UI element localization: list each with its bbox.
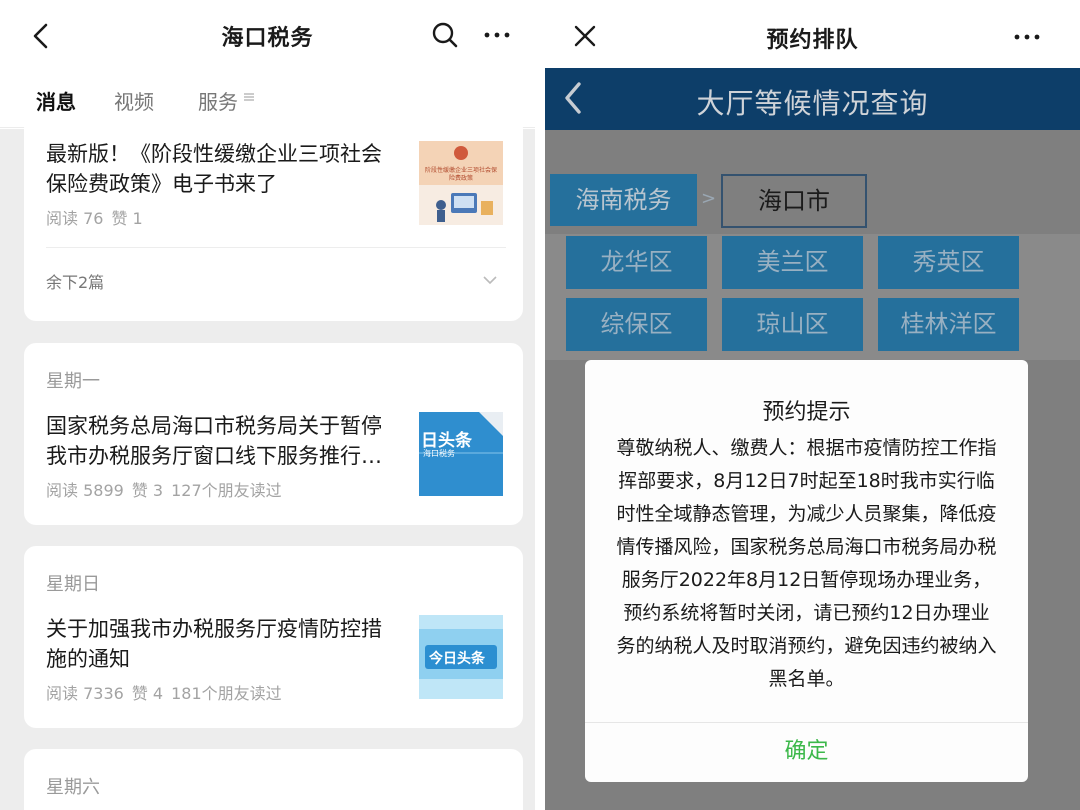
right-header: 预约排队: [545, 0, 1080, 68]
notice-dialog: 预约提示 尊敬纳税人、缴费人：根据市疫情防控工作指挥部要求，8月12日7时起至1…: [585, 360, 1028, 782]
article-card[interactable]: 星期六: [24, 749, 523, 810]
more-horizontal-icon[interactable]: [482, 22, 512, 48]
webview: 大厅等候情况查询 海南税务 > 海口市 龙华区 美兰区 秀英区 综保区 琼山区 …: [545, 68, 1080, 810]
more-horizontal-icon[interactable]: [1012, 24, 1042, 50]
read-count: 阅读 76: [46, 209, 104, 228]
article-title[interactable]: 关于加强我市办税服务厅疫情防控措施的通知: [46, 614, 401, 674]
dialog-title: 预约提示: [762, 400, 851, 425]
search-icon[interactable]: [430, 20, 460, 50]
confirm-button[interactable]: 确定: [585, 722, 1028, 782]
menu-icon[interactable]: [244, 92, 254, 102]
friends-read: 181个朋友读过: [171, 684, 282, 703]
message-feed: 最新版！《阶段性缓缴企业三项社会保险费政策》电子书来了 阅读 76 赞 1 阶段性…: [0, 117, 535, 810]
article-meta: 阅读 7336 赞 4 181个朋友读过: [46, 680, 290, 704]
district-button[interactable]: 秀英区: [878, 236, 1019, 289]
breadcrumb-separator: >: [701, 188, 717, 209]
date-label: 星期六: [46, 777, 100, 798]
thumbnail-caption: 阶段性缓缴企业三项社会保险费政策: [425, 167, 498, 182]
article-thumbnail[interactable]: 今日头条: [419, 615, 503, 699]
article-card[interactable]: 最新版！《阶段性缓缴企业三项社会保险费政策》电子书来了 阅读 76 赞 1 阶段性…: [24, 117, 523, 321]
district-button[interactable]: 桂林洋区: [878, 298, 1019, 351]
like-count: 赞 4: [131, 684, 164, 703]
article-thumbnail[interactable]: 日头条 海口税务: [419, 412, 503, 496]
right-panel: 预约排队 大厅等候情况查询 海南税务 > 海口市 龙华区 美兰区 秀英区 综保区…: [545, 0, 1080, 810]
illustration-icon: [419, 146, 503, 225]
thumbnail-caption: 海口税务: [423, 449, 455, 458]
left-header: 海口税务: [0, 0, 535, 72]
article-card[interactable]: 星期日 关于加强我市办税服务厅疫情防控措施的通知 阅读 7336 赞 4 181个朋…: [24, 546, 523, 728]
district-button[interactable]: 龙华区: [566, 236, 707, 289]
page-title: 预约排队: [766, 28, 859, 53]
remaining-articles-label[interactable]: 余下2篇: [46, 269, 104, 293]
read-count: 阅读 7336: [46, 684, 124, 703]
breadcrumb-province[interactable]: 海南税务: [550, 174, 697, 226]
divider: [46, 247, 506, 248]
like-count: 赞 1: [111, 209, 143, 228]
like-count: 赞 3: [131, 481, 164, 500]
article-title[interactable]: 最新版！《阶段性缓缴企业三项社会保险费政策》电子书来了: [46, 139, 401, 199]
district-button[interactable]: 美兰区: [722, 236, 863, 289]
tab-messages[interactable]: 消息: [36, 86, 76, 115]
web-page-title: 大厅等候情况查询: [696, 87, 929, 120]
friends-read: 127个朋友读过: [171, 481, 282, 500]
district-button[interactable]: 琼山区: [722, 298, 863, 351]
read-count: 阅读 5899: [46, 481, 124, 500]
district-button[interactable]: 综保区: [566, 298, 707, 351]
thumbnail-headline: 今日头条: [429, 651, 485, 667]
breadcrumb-city[interactable]: 海口市: [721, 174, 867, 228]
web-title-bar: 大厅等候情况查询: [545, 68, 1080, 130]
article-thumbnail[interactable]: 阶段性缓缴企业三项社会保险费政策: [419, 141, 503, 225]
dialog-message: 尊敬纳税人、缴费人：根据市疫情防控工作指挥部要求，8月12日7时起至18时我市实…: [616, 437, 997, 690]
tab-services[interactable]: 服务: [198, 86, 238, 115]
tab-videos[interactable]: 视频: [114, 86, 154, 115]
date-label: 星期日: [46, 574, 100, 595]
date-label: 星期一: [46, 371, 100, 392]
article-title[interactable]: 国家税务总局海口市税务局关于暂停我市办税服务厅窗口线下服务推行…: [46, 411, 401, 471]
article-card[interactable]: 星期一 国家税务总局海口市税务局关于暂停我市办税服务厅窗口线下服务推行… 阅读 …: [24, 343, 523, 525]
article-meta: 阅读 76 赞 1: [46, 205, 151, 229]
chevron-down-icon[interactable]: [482, 275, 498, 285]
left-panel: 海口税务 消息 视频 服务 最新版！《阶段性缓缴企业三项社会保险费政策》电子书来…: [0, 0, 535, 810]
article-meta: 阅读 5899 赞 3 127个朋友读过: [46, 477, 290, 501]
